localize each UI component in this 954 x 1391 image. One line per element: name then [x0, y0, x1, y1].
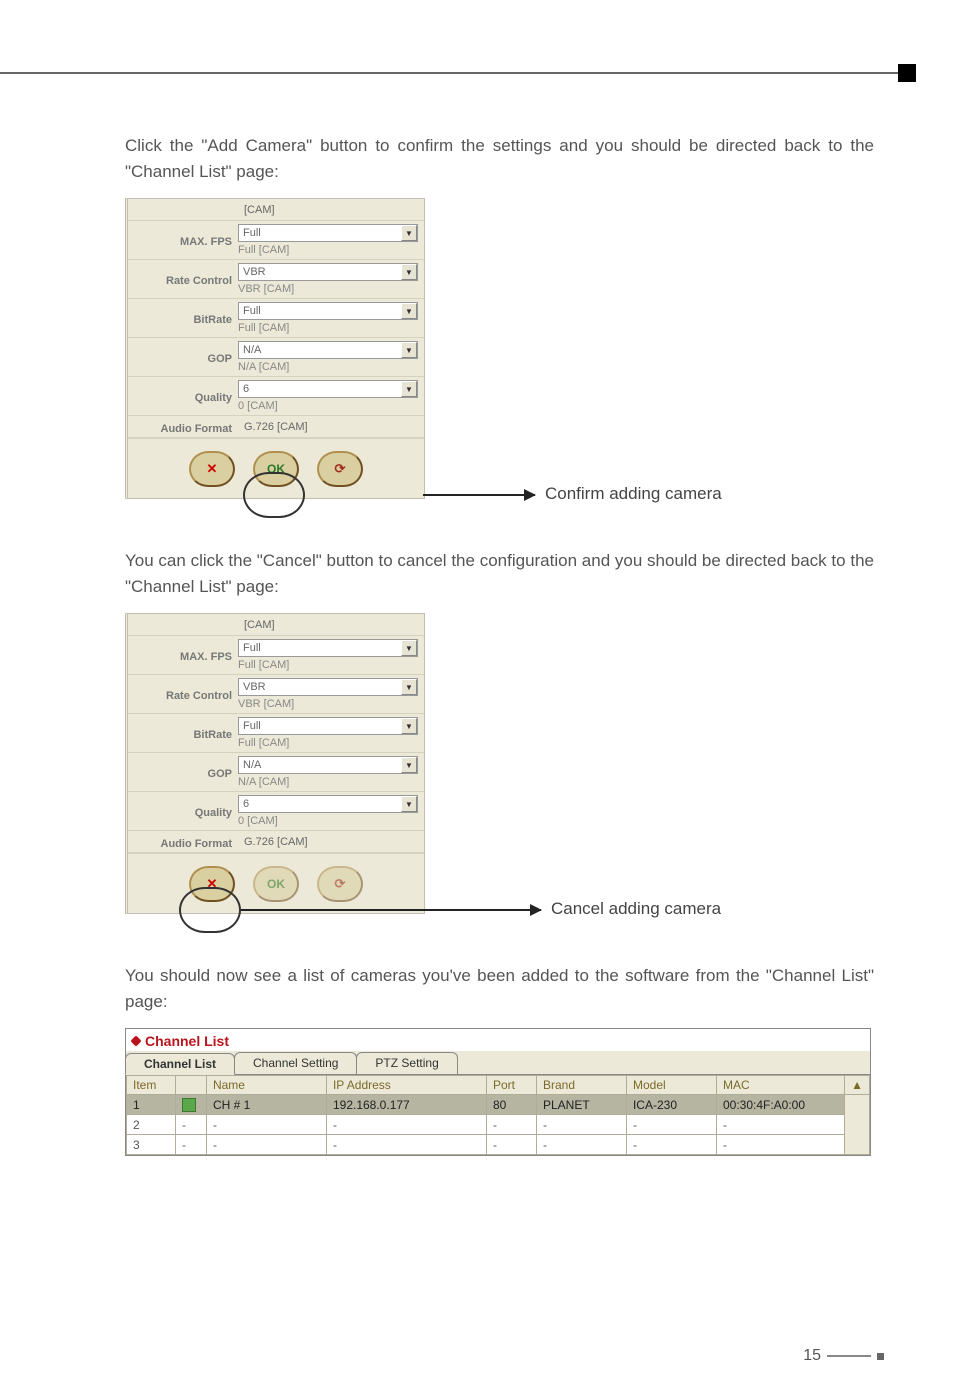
paragraph-1: Click the "Add Camera" button to confirm…	[125, 133, 874, 184]
settings-panel-cancel-wrap: [CAM] MAX. FPS Full▼ Full [CAM] Rate Con…	[125, 613, 874, 943]
bitrate-select-2[interactable]: Full▼	[238, 717, 418, 735]
bitrate-sub-1: Full [CAM]	[238, 320, 424, 337]
dropdown-icon[interactable]: ▼	[401, 640, 417, 656]
audio-value-1: G.726 [CAM]	[238, 416, 424, 437]
audio-label-1: Audio Format	[128, 419, 238, 435]
dropdown-icon[interactable]: ▼	[401, 796, 417, 812]
gop-label-2: GOP	[128, 764, 238, 780]
bitrate-select-1[interactable]: Full▼	[238, 302, 418, 320]
tab-ptz-setting[interactable]: PTZ Setting	[356, 1052, 457, 1074]
rate-sub-1: VBR [CAM]	[238, 281, 424, 298]
cancel-button[interactable]: ✕	[189, 451, 235, 487]
channel-list-panel: Channel List Channel List Channel Settin…	[125, 1028, 871, 1156]
scrollbar-track[interactable]	[845, 1095, 870, 1155]
gop-sub-2: N/A [CAM]	[238, 774, 424, 791]
col-model[interactable]: Model	[626, 1076, 716, 1095]
col-ip[interactable]: IP Address	[326, 1076, 486, 1095]
scroll-up-button[interactable]: ▲	[845, 1076, 870, 1095]
refresh-button[interactable]: ⟳	[317, 451, 363, 487]
gop-select-1[interactable]: N/A▼	[238, 341, 418, 359]
dropdown-icon[interactable]: ▼	[401, 718, 417, 734]
callout-confirm: Confirm adding camera	[545, 484, 722, 504]
refresh-button-dim[interactable]: ⟳	[317, 866, 363, 902]
dropdown-icon[interactable]: ▼	[401, 679, 417, 695]
channel-list-title: Channel List	[126, 1029, 870, 1051]
quality-sub-1: 0 [CAM]	[238, 398, 424, 415]
dropdown-icon[interactable]: ▼	[401, 225, 417, 241]
dropdown-icon[interactable]: ▼	[401, 303, 417, 319]
dropdown-icon[interactable]: ▼	[401, 381, 417, 397]
maxfps-label-1: MAX. FPS	[128, 232, 238, 248]
button-row-2: ✕ OK ⟳	[128, 853, 424, 913]
gop-select-2[interactable]: N/A▼	[238, 756, 418, 774]
paragraph-2: You can click the "Cancel" button to can…	[125, 548, 874, 599]
rate-label-2: Rate Control	[128, 686, 238, 702]
quality-label-1: Quality	[128, 388, 238, 404]
settings-panel-confirm-wrap: [CAM] MAX. FPS Full▼ Full [CAM] Rate Con…	[125, 198, 874, 528]
audio-label-2: Audio Format	[128, 834, 238, 850]
rate-select-1[interactable]: VBR▼	[238, 263, 418, 281]
list-icon	[130, 1035, 141, 1046]
col-port[interactable]: Port	[486, 1076, 536, 1095]
col-name[interactable]: Name	[206, 1076, 326, 1095]
maxfps-select-2[interactable]: Full▼	[238, 639, 418, 657]
maxfps-sub-1: Full [CAM]	[238, 242, 424, 259]
header-cam-2: [CAM]	[238, 614, 424, 635]
col-mac[interactable]: MAC	[716, 1076, 844, 1095]
quality-label-2: Quality	[128, 803, 238, 819]
page-number: 15	[803, 1347, 884, 1365]
quality-select-1[interactable]: 6▼	[238, 380, 418, 398]
gop-sub-1: N/A [CAM]	[238, 359, 424, 376]
cancel-button[interactable]: ✕	[189, 866, 235, 902]
quality-sub-2: 0 [CAM]	[238, 813, 424, 830]
bitrate-label-1: BitRate	[128, 310, 238, 326]
header-marker	[898, 64, 916, 82]
maxfps-label-2: MAX. FPS	[128, 647, 238, 663]
bitrate-sub-2: Full [CAM]	[238, 735, 424, 752]
header-rule	[0, 72, 916, 74]
camera-settings-panel-2: [CAM] MAX. FPS Full▼ Full [CAM] Rate Con…	[125, 613, 425, 914]
maxfps-sub-2: Full [CAM]	[238, 657, 424, 674]
dropdown-icon[interactable]: ▼	[401, 342, 417, 358]
bitrate-label-2: BitRate	[128, 725, 238, 741]
maxfps-select-1[interactable]: Full▼	[238, 224, 418, 242]
rate-sub-2: VBR [CAM]	[238, 696, 424, 713]
arrow-cancel	[241, 909, 541, 911]
quality-select-2[interactable]: 6▼	[238, 795, 418, 813]
col-brand[interactable]: Brand	[536, 1076, 626, 1095]
ok-button[interactable]: OK	[253, 451, 299, 487]
table-row[interactable]: 1 CH # 1 192.168.0.177 80 PLANET ICA-230…	[127, 1095, 870, 1115]
rate-label-1: Rate Control	[128, 271, 238, 287]
channel-list-tabs: Channel List Channel Setting PTZ Setting	[126, 1051, 870, 1075]
table-row[interactable]: 2 - - - - - - -	[127, 1115, 870, 1135]
arrow-confirm	[423, 494, 535, 496]
audio-value-2: G.726 [CAM]	[238, 831, 424, 852]
gop-label-1: GOP	[128, 349, 238, 365]
rate-select-2[interactable]: VBR▼	[238, 678, 418, 696]
header-cam-1: [CAM]	[238, 199, 424, 220]
col-item[interactable]: Item	[127, 1076, 176, 1095]
button-row-1: ✕ OK ⟳	[128, 438, 424, 498]
table-row[interactable]: 3 - - - - - - -	[127, 1135, 870, 1155]
camera-settings-panel-1: [CAM] MAX. FPS Full▼ Full [CAM] Rate Con…	[125, 198, 425, 499]
dropdown-icon[interactable]: ▼	[401, 264, 417, 280]
channel-grid: Item Name IP Address Port Brand Model MA…	[126, 1075, 870, 1155]
paragraph-3: You should now see a list of cameras you…	[125, 963, 874, 1014]
camera-icon	[182, 1098, 196, 1112]
dropdown-icon[interactable]: ▼	[401, 757, 417, 773]
callout-cancel: Cancel adding camera	[551, 899, 721, 919]
ok-button-dim[interactable]: OK	[253, 866, 299, 902]
tab-channel-setting[interactable]: Channel Setting	[234, 1052, 357, 1074]
tab-channel-list[interactable]: Channel List	[125, 1053, 235, 1075]
